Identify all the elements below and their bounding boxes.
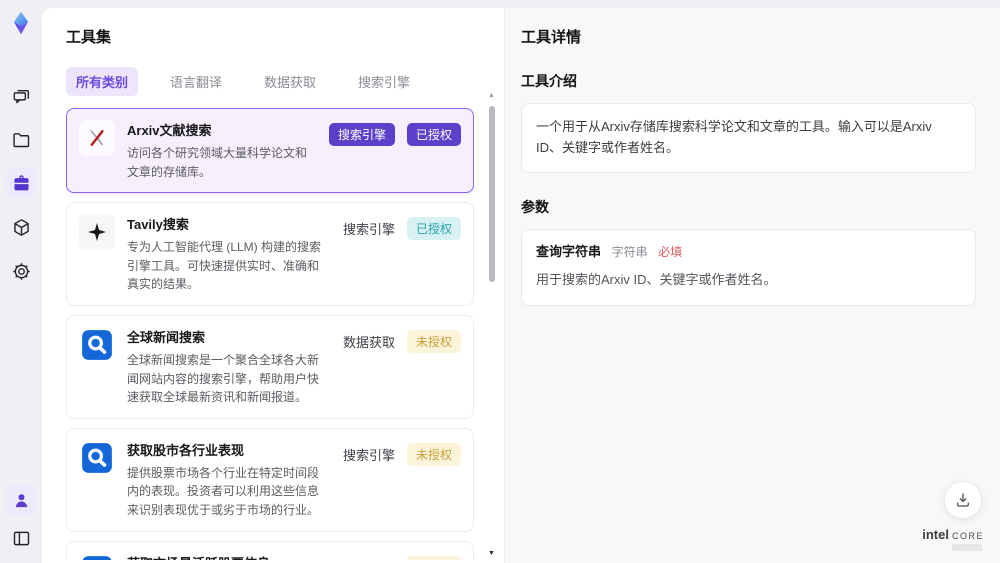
category-label: 搜索引擎: [343, 558, 395, 560]
tool-tags: 搜索引擎 未授权: [343, 555, 461, 560]
intro-text: 一个用于从Arxiv存储库搜索科学论文和文章的工具。输入可以是Arxiv ID、…: [536, 119, 932, 155]
tool-name: Arxiv文献搜索: [127, 123, 212, 138]
tool-tags: 数据获取 未授权: [342, 329, 461, 353]
scrollbar-thumb[interactable]: [489, 106, 495, 282]
auth-status-badge: 已授权: [406, 123, 461, 146]
intro-heading: 工具介绍: [521, 73, 577, 89]
auth-status-badge: 未授权: [406, 555, 461, 560]
tool-description: 访问各个研究领域大量科学论文和文章的存储库。: [127, 146, 308, 179]
auth-status-badge: 未授权: [406, 442, 461, 466]
app-logo-icon: [8, 10, 34, 36]
tool-name: 全球新闻搜索: [127, 329, 206, 345]
tool-tags: 搜索引擎 未授权: [342, 442, 461, 466]
tool-card-tavily[interactable]: Tavily搜索 专为人工智能代理 (LLM) 构建的搜索引擎工具。可快速提供实…: [66, 202, 474, 306]
category-tabs: 所有类别 语言翻译 数据获取 搜索引擎: [66, 67, 474, 96]
tab-search-engine[interactable]: 搜索引擎: [348, 67, 420, 96]
params-heading: 参数: [521, 198, 549, 215]
tool-description: 全球新闻搜索是一个聚合全球各大新闻网站内容的搜索引擎，帮助用户快速获取全球最新资…: [127, 352, 320, 405]
param-card: 查询字符串 字符串 必填 用于搜索的Arxiv ID、关键字或作者姓名。: [521, 228, 976, 307]
brand-sub-bar: [952, 544, 982, 551]
news-search-icon: [79, 327, 115, 363]
download-button[interactable]: [944, 481, 982, 519]
category-label: 搜索引擎: [342, 222, 395, 238]
settings-gear-icon[interactable]: [6, 256, 36, 286]
tools-panel: 工具集 所有类别 语言翻译 数据获取 搜索引擎 Arxiv文献搜索 访问各个研究…: [42, 8, 504, 563]
tool-card-global-news[interactable]: 全球新闻搜索 全球新闻搜索是一个聚合全球各大新闻网站内容的搜索引擎，帮助用户快速…: [66, 314, 474, 419]
brand-intel-text: intel: [922, 527, 949, 542]
list-scrollbar[interactable]: ▲ ▼: [487, 92, 497, 559]
panel-toggle-icon[interactable]: [6, 523, 36, 553]
arxiv-logo-icon: [79, 120, 115, 156]
detail-title: 工具详情: [521, 29, 582, 46]
category-label: 搜索引擎: [342, 447, 395, 463]
cube-icon[interactable]: [6, 212, 36, 242]
tool-description: 专为人工智能代理 (LLM) 构建的搜索引擎工具。可快速提供实时、准确和真实的结…: [127, 240, 322, 292]
intro-card: 一个用于从Arxiv存储库搜索科学论文和文章的工具。输入可以是Arxiv ID、…: [521, 103, 976, 173]
tab-all-categories[interactable]: 所有类别: [66, 67, 139, 96]
intel-core-logo: intel core: [922, 528, 984, 551]
scroll-up-arrow[interactable]: ▲: [488, 92, 495, 99]
param-type: 字符串: [611, 244, 648, 259]
scroll-down-arrow[interactable]: ▼: [488, 550, 495, 557]
page-title: 工具集: [66, 29, 112, 46]
param-header: 查询字符串 字符串 必填: [536, 242, 961, 263]
sidebar: [0, 0, 42, 563]
app-window: 工具集 所有类别 语言翻译 数据获取 搜索引擎 Arxiv文献搜索 访问各个研究…: [0, 0, 1000, 563]
tab-data-fetch[interactable]: 数据获取: [254, 67, 326, 96]
tab-language-translation[interactable]: 语言翻译: [160, 67, 232, 96]
param-required-badge: 必填: [658, 244, 683, 259]
folder-icon[interactable]: [6, 124, 36, 154]
sidebar-nav: [6, 80, 36, 286]
brand-core-text: core: [951, 527, 984, 542]
chat-icon[interactable]: [6, 80, 36, 110]
auth-status-badge: 已授权: [406, 217, 461, 241]
tool-description: 提供股票市场各个行业在特定时间段内的表现。投资者可以利用这些信息来识别表现优于或…: [127, 465, 320, 517]
tool-info: 获取股市各行业表现 提供股票市场各个行业在特定时间段内的表现。投资者可以利用这些…: [127, 440, 331, 520]
news-search-icon: [79, 440, 115, 476]
detail-panel: 工具详情 工具介绍 一个用于从Arxiv存储库搜索科学论文和文章的工具。输入可以…: [504, 8, 1000, 563]
tool-info: Arxiv文献搜索 访问各个研究领域大量科学论文和文章的存储库。: [127, 120, 317, 181]
tool-info: 全球新闻搜索 全球新闻搜索是一个聚合全球各大新闻网站内容的搜索引擎，帮助用户快速…: [127, 327, 331, 407]
user-avatar-icon[interactable]: [6, 485, 36, 515]
main-content: 工具集 所有类别 语言翻译 数据获取 搜索引擎 Arxiv文献搜索 访问各个研究…: [42, 8, 1000, 563]
category-label: 数据获取: [342, 334, 395, 350]
tool-info: 获取市场最活跃股票信息 提供当天交易量最高的股票列表，投资者可以利用这些信息来识…: [127, 553, 331, 560]
tool-card-arxiv[interactable]: Arxiv文献搜索 访问各个研究领域大量科学论文和文章的存储库。 搜索引擎 已授…: [66, 108, 474, 194]
auth-status-badge: 未授权: [406, 329, 461, 353]
tool-info: Tavily搜索 专为人工智能代理 (LLM) 构建的搜索引擎工具。可快速提供实…: [127, 214, 331, 294]
tool-list: Arxiv文献搜索 访问各个研究领域大量科学论文和文章的存储库。 搜索引擎 已授…: [66, 108, 474, 560]
tool-name: 获取股市各行业表现: [127, 442, 245, 458]
category-badge: 搜索引擎: [328, 123, 395, 146]
toolbox-icon[interactable]: [6, 168, 36, 198]
param-name: 查询字符串: [536, 243, 602, 259]
tool-tags: 搜索引擎 已授权: [328, 123, 461, 146]
tool-name: Tavily搜索: [127, 217, 189, 233]
news-search-icon: [79, 553, 115, 560]
tool-name: 获取市场最活跃股票信息: [127, 553, 331, 560]
tool-card-most-active-stocks[interactable]: 获取市场最活跃股票信息 提供当天交易量最高的股票列表，投资者可以利用这些信息来识…: [66, 540, 474, 560]
param-description: 用于搜索的Arxiv ID、关键字或作者姓名。: [536, 272, 777, 288]
sidebar-bottom: [6, 485, 36, 553]
tavily-star-icon: [79, 214, 115, 251]
tool-tags: 搜索引擎 已授权: [342, 217, 461, 241]
tool-card-sector-performance[interactable]: 获取股市各行业表现 提供股票市场各个行业在特定时间段内的表现。投资者可以利用这些…: [66, 427, 474, 532]
